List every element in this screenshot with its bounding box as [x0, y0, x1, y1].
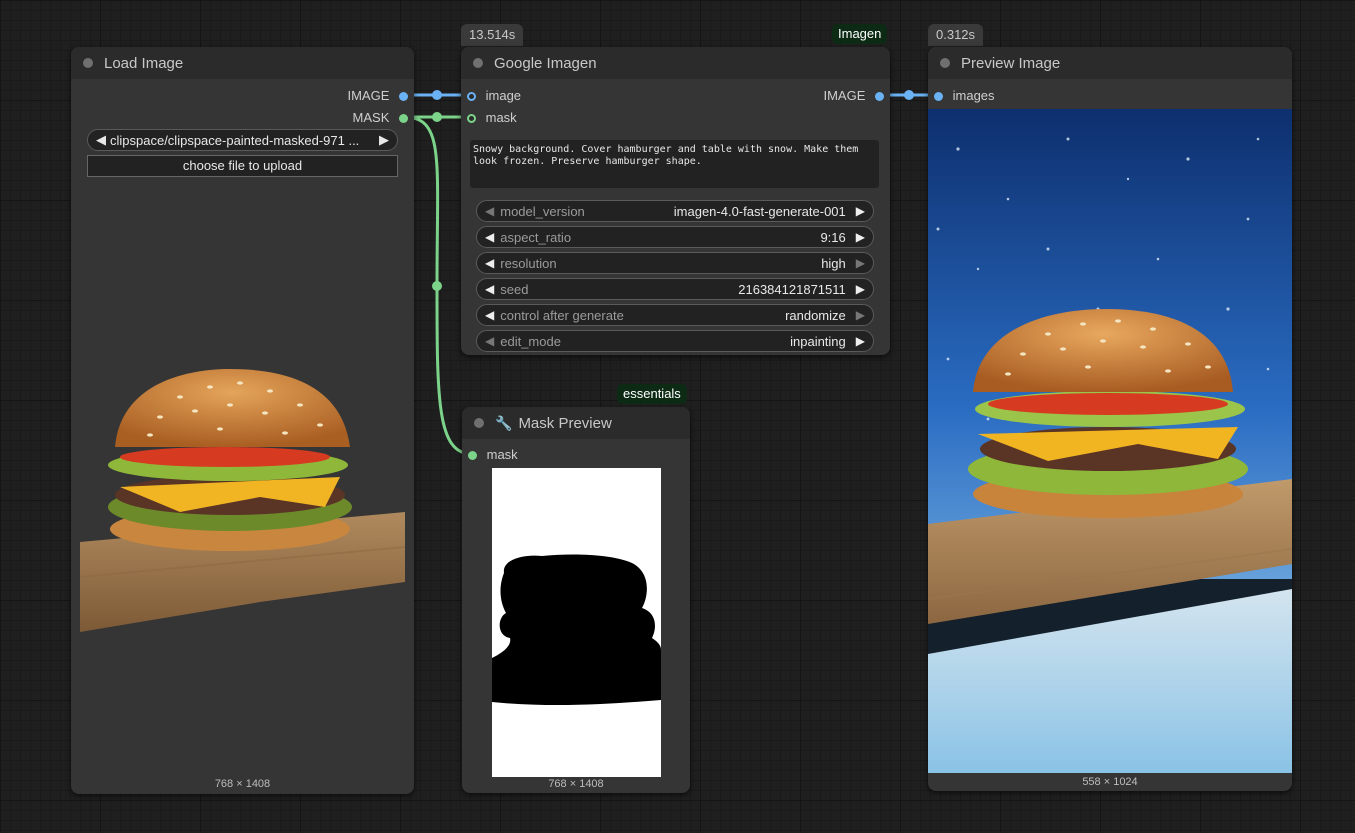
arrow-left-icon[interactable]: ◀: [485, 204, 494, 218]
mask-preview-link-midpoint[interactable]: [432, 281, 442, 291]
status-dot-icon[interactable]: [473, 58, 483, 68]
input-dot-icon[interactable]: [467, 114, 476, 124]
widget-resolution[interactable]: ◀ resolution high ▶: [476, 252, 874, 274]
widget-edit-mode[interactable]: ◀ edit_mode inpainting ▶: [476, 330, 874, 352]
image-file-combo[interactable]: ◀ clipspace/clipspace-painted-masked-971…: [87, 129, 398, 151]
arrow-left-icon[interactable]: ◀: [96, 132, 106, 148]
arrow-left-icon[interactable]: ◀: [485, 308, 494, 322]
widget-label: resolution: [500, 255, 557, 271]
load-image-preview[interactable]: [80, 347, 405, 637]
widget-value: 9:16: [820, 229, 846, 245]
preview-link-midpoint[interactable]: [904, 90, 914, 100]
preview-size-caption: 558 × 1024: [1082, 776, 1138, 788]
image-link-midpoint[interactable]: [432, 90, 442, 100]
node-title-bar[interactable]: Preview Image: [928, 47, 1292, 79]
node-title-bar[interactable]: 🔧 Mask Preview: [462, 407, 690, 439]
arrow-left-icon[interactable]: ◀: [485, 256, 494, 270]
output-slot-image[interactable]: IMAGE: [823, 88, 884, 104]
slot-label: IMAGE: [347, 88, 390, 103]
status-dot-icon[interactable]: [83, 58, 93, 68]
input-dot-icon[interactable]: [468, 451, 477, 461]
node-title-bar[interactable]: Load Image: [71, 47, 414, 79]
input-slot-mask[interactable]: mask: [467, 110, 517, 126]
arrow-right-icon[interactable]: ▶: [856, 204, 865, 218]
input-slot-images[interactable]: images: [934, 88, 995, 104]
widget-model-version[interactable]: ◀ model_version imagen-4.0-fast-generate…: [476, 200, 874, 222]
mask-preview-image[interactable]: [492, 468, 661, 777]
slot-label: mask: [485, 110, 517, 125]
google-imagen-node[interactable]: Google Imagen image mask IMAGE Snowy bac…: [461, 47, 890, 355]
widget-label: control after generate: [500, 307, 624, 323]
widget-value: randomize: [785, 307, 846, 323]
node-title-bar[interactable]: Google Imagen: [461, 47, 890, 79]
widget-aspect-ratio[interactable]: ◀ aspect_ratio 9:16 ▶: [476, 226, 874, 248]
arrow-right-icon[interactable]: ▶: [856, 230, 865, 244]
arrow-right-icon[interactable]: ▶: [379, 132, 389, 148]
widget-value: imagen-4.0-fast-generate-001: [673, 203, 846, 219]
wrench-icon: 🔧: [495, 414, 513, 431]
input-dot-icon[interactable]: [467, 92, 476, 102]
widget-label: edit_mode: [500, 333, 561, 349]
widget-label: seed: [500, 281, 529, 297]
input-dot-icon[interactable]: [934, 92, 943, 102]
node-title: Mask Preview: [518, 414, 612, 432]
widget-control-after-generate[interactable]: ◀ control after generate randomize ▶: [476, 304, 874, 326]
input-slot-mask[interactable]: mask: [468, 447, 518, 463]
arrow-right-icon[interactable]: ▶: [856, 282, 865, 296]
arrow-right-icon[interactable]: ▶: [856, 256, 865, 270]
widget-label: aspect_ratio: [500, 229, 572, 245]
image-size-caption: 768 × 1408: [214, 778, 271, 790]
widget-seed[interactable]: ◀ seed 216384121871511 ▶: [476, 278, 874, 300]
output-slot-mask[interactable]: MASK: [353, 110, 408, 126]
node-source-badge: Imagen: [832, 24, 888, 44]
exec-time-badge: 13.514s: [461, 24, 524, 46]
slot-label: image: [485, 88, 522, 103]
arrow-left-icon[interactable]: ◀: [485, 282, 494, 296]
arrow-right-icon[interactable]: ▶: [856, 308, 865, 322]
node-source-badge: essentials: [617, 384, 687, 404]
node-title: Preview Image: [961, 54, 1061, 72]
prompt-textarea[interactable]: Snowy background. Cover hamburger and ta…: [470, 140, 879, 188]
node-title: Google Imagen: [494, 54, 597, 72]
node-title: Load Image: [104, 54, 184, 72]
slot-label: mask: [486, 447, 518, 462]
slot-label: images: [952, 88, 995, 103]
widget-label: model_version: [500, 203, 585, 219]
widget-value: high: [821, 255, 846, 271]
output-dot-icon[interactable]: [875, 92, 884, 102]
upload-button[interactable]: choose file to upload: [87, 155, 398, 177]
slot-label: MASK: [352, 110, 390, 125]
status-dot-icon[interactable]: [940, 58, 950, 68]
arrow-right-icon[interactable]: ▶: [856, 334, 865, 348]
status-dot-icon[interactable]: [474, 418, 484, 428]
load-image-node[interactable]: Load Image IMAGE MASK ◀ clipspace/clipsp…: [71, 47, 414, 794]
exec-time-badge: 0.312s: [928, 24, 984, 46]
arrow-left-icon[interactable]: ◀: [485, 334, 494, 348]
input-slot-image[interactable]: image: [467, 88, 521, 104]
output-dot-icon[interactable]: [399, 92, 408, 102]
widget-value: 216384121871511: [738, 281, 846, 297]
preview-image-node[interactable]: Preview Image images 558 × 1024: [928, 47, 1292, 791]
arrow-left-icon[interactable]: ◀: [485, 230, 494, 244]
output-dot-icon[interactable]: [399, 114, 408, 124]
widget-value: inpainting: [790, 333, 846, 349]
mask-preview-node[interactable]: 🔧 Mask Preview mask 768 × 1408: [462, 407, 690, 793]
mask-size-caption: 768 × 1408: [548, 778, 604, 790]
slot-label: IMAGE: [823, 88, 866, 103]
output-slot-image[interactable]: IMAGE: [347, 88, 408, 104]
mask-link-midpoint[interactable]: [432, 112, 442, 122]
image-file-value: clipspace/clipspace-painted-masked-971 .…: [110, 132, 360, 148]
output-preview-image[interactable]: [928, 109, 1292, 773]
